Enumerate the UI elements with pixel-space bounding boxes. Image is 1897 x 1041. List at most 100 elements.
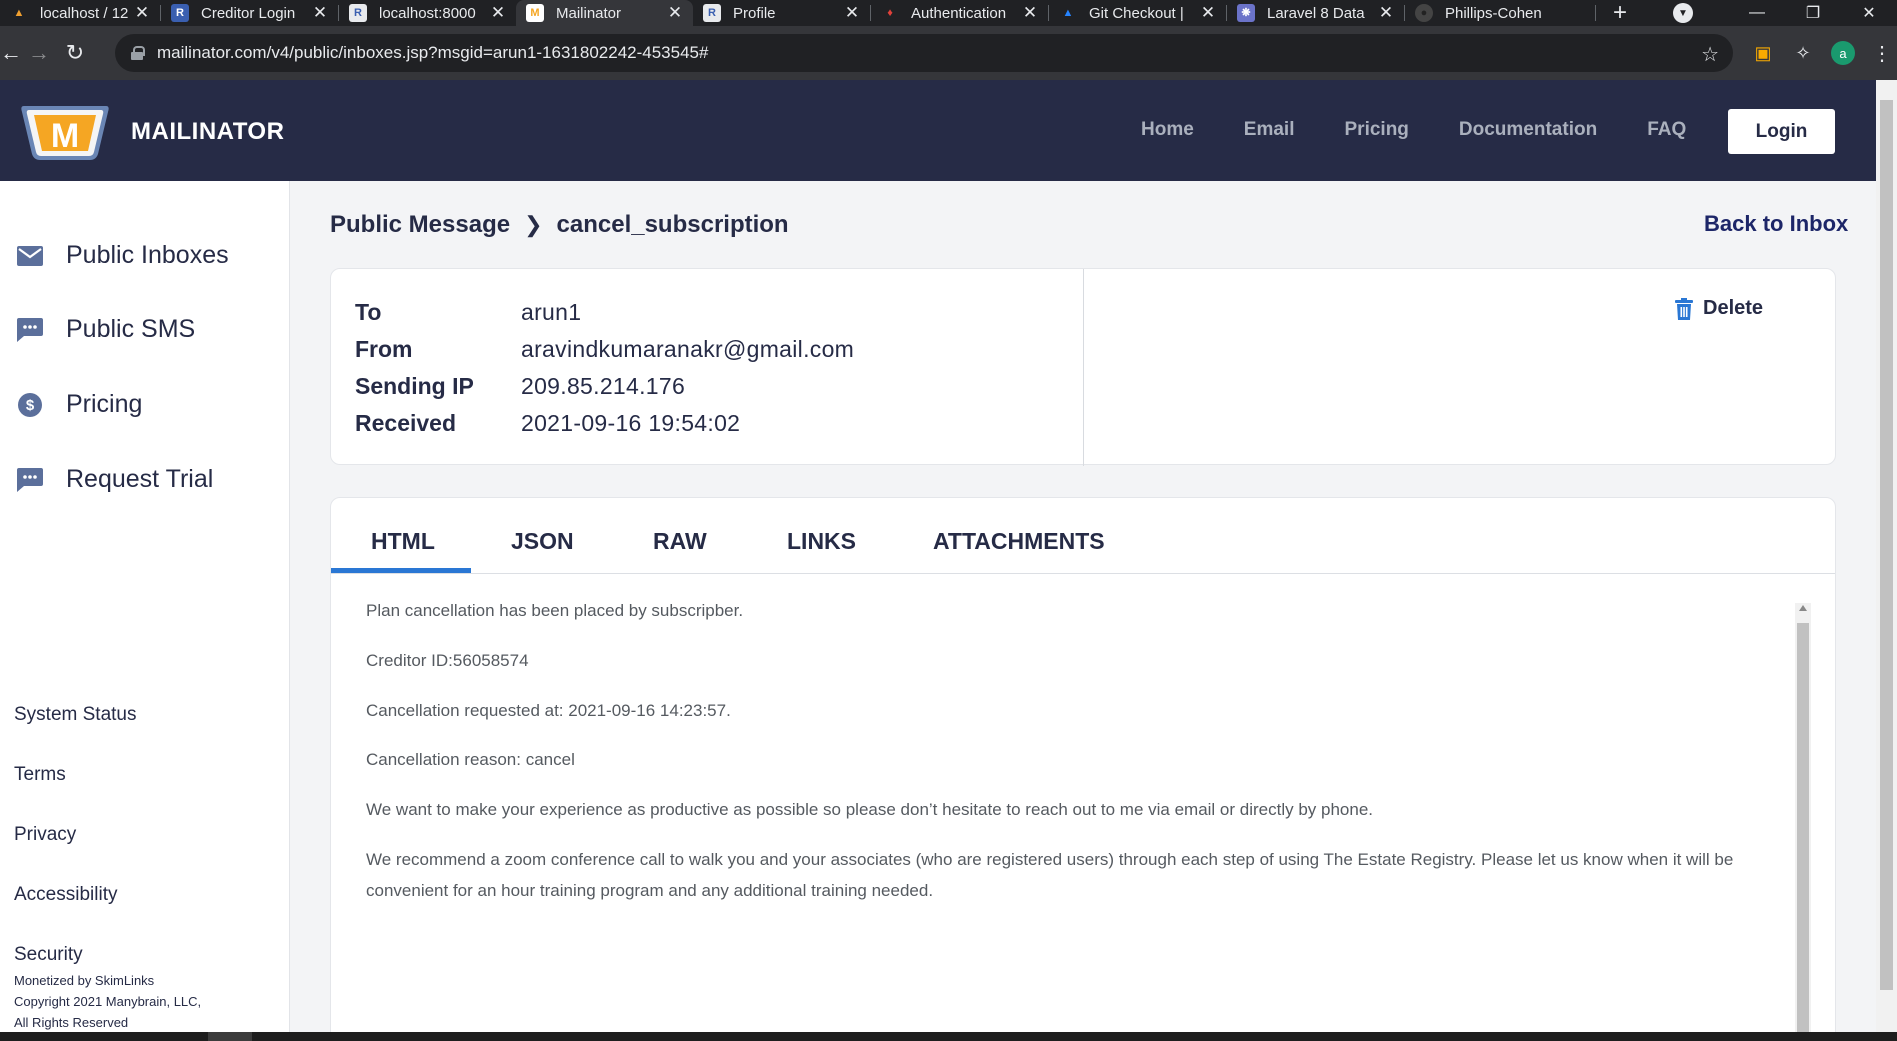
trash-icon — [1675, 297, 1693, 320]
close-icon[interactable]: ✕ — [844, 3, 860, 23]
chat-icon — [16, 317, 44, 342]
footer-link-privacy[interactable]: Privacy — [14, 824, 76, 846]
profile-avatar[interactable]: a — [1831, 41, 1855, 65]
browser-tab-label: Authentication — [911, 4, 1007, 22]
new-tab-button[interactable]: + — [1602, 0, 1638, 26]
close-icon[interactable]: ✕ — [312, 3, 328, 23]
chevron-right-icon: ❯ — [524, 212, 543, 237]
message-scrollbar[interactable] — [1795, 603, 1811, 1041]
url-text[interactable]: mailinator.com/v4/public/inboxes.jsp?msg… — [157, 43, 708, 63]
registry-icon: R — [171, 4, 189, 22]
meta-key: Sending IP — [355, 373, 474, 399]
message-paragraph: Cancellation reason: cancel — [366, 750, 575, 769]
forward-arrow-icon[interactable]: → — [24, 40, 54, 66]
sidebar-item-label: Pricing — [66, 390, 143, 418]
svg-text:$: $ — [26, 397, 35, 414]
chat-icon — [16, 467, 44, 492]
browser-tab-strip: ▲ localhost / 127 ✕ R Creditor Login ✕ R… — [0, 0, 1897, 26]
tab-links[interactable]: LINKS — [787, 528, 856, 555]
browser-tab[interactable]: ♦ Authentication ✕ — [871, 0, 1048, 26]
tab-html[interactable]: HTML — [371, 528, 435, 555]
browser-tab-label: Phillips-Cohen — [1445, 4, 1542, 22]
cast-icon[interactable]: ▣ — [1743, 43, 1783, 64]
restore-icon[interactable]: ❐ — [1785, 3, 1841, 23]
site-header: M MAILINATOR Home Email Pricing Document… — [0, 80, 1876, 181]
nav-faq[interactable]: FAQ — [1647, 119, 1686, 141]
message-paragraph: Creditor ID:56058574 — [366, 651, 529, 670]
message-paragraph: Plan cancellation has been placed by sub… — [366, 601, 744, 620]
scroll-up-arrow-icon[interactable] — [1799, 605, 1807, 611]
close-icon[interactable]: ✕ — [1200, 3, 1216, 23]
nav-pricing[interactable]: Pricing — [1345, 119, 1409, 141]
active-tab-indicator — [331, 568, 471, 573]
browser-tab-label: Profile — [733, 4, 776, 22]
nav-email[interactable]: Email — [1244, 119, 1295, 141]
message-paragraph: We recommend a zoom conference call to w… — [366, 850, 1734, 900]
browser-toolbar: ← → ↻ mailinator.com/v4/public/inboxes.j… — [0, 26, 1897, 80]
nav-home[interactable]: Home — [1141, 119, 1194, 141]
browser-menu-icon[interactable]: ⋮ — [1867, 41, 1897, 66]
tab-attachments[interactable]: ATTACHMENTS — [933, 528, 1105, 555]
sidebar-item-request-trial[interactable]: Request Trial — [16, 465, 213, 494]
message-html-frame: Plan cancellation has been placed by sub… — [331, 575, 1835, 1041]
tab-json[interactable]: JSON — [511, 528, 574, 555]
page-scrollbar[interactable] — [1876, 80, 1897, 1032]
browser-tab[interactable]: ❋ Laravel 8 Data ✕ — [1227, 0, 1404, 26]
close-icon[interactable]: ✕ — [134, 3, 150, 23]
footer-link-system-status[interactable]: System Status — [14, 704, 137, 726]
close-icon[interactable]: ✕ — [1378, 3, 1394, 23]
browser-tab-label: Mailinator — [556, 4, 622, 22]
breadcrumb-root[interactable]: Public Message — [330, 211, 510, 239]
browser-tab[interactable]: R localhost:8000 ✕ — [339, 0, 516, 26]
page-scroll-thumb[interactable] — [1880, 100, 1893, 990]
message-body-card: HTML JSON RAW LINKS ATTACHMENTS Plan can… — [330, 497, 1836, 1041]
login-button[interactable]: Login — [1728, 109, 1835, 154]
back-arrow-icon[interactable]: ← — [0, 40, 22, 66]
window-close-icon[interactable]: ✕ — [1841, 3, 1897, 23]
back-to-inbox-link[interactable]: Back to Inbox — [1704, 211, 1848, 237]
taskbar-item[interactable] — [208, 1032, 252, 1041]
meta-value: aravindkumaranakr@gmail.com — [521, 336, 855, 362]
address-bar[interactable]: mailinator.com/v4/public/inboxes.jsp?msg… — [115, 34, 1733, 72]
reload-icon[interactable]: ↻ — [60, 40, 90, 66]
close-icon[interactable]: ✕ — [490, 3, 506, 23]
puzzle-extensions-icon[interactable]: ✧ — [1783, 43, 1823, 64]
atlassian-icon: ▲ — [1062, 7, 1074, 19]
browser-tab-label: Laravel 8 Data — [1267, 4, 1365, 22]
browser-tab[interactable]: R Profile ✕ — [693, 0, 870, 26]
copyright-line: Copyright 2021 Manybrain, LLC, — [14, 994, 202, 1009]
sidebar-item-label: Public Inboxes — [66, 241, 229, 269]
registry-icon: R — [703, 4, 721, 22]
sidebar-item-public-sms[interactable]: Public SMS — [16, 315, 195, 344]
browser-tab[interactable]: ● Phillips-Cohen — [1405, 0, 1595, 26]
meta-key: To — [355, 299, 382, 325]
breadcrumb: Public Message ❯ cancel_subscription — [330, 211, 789, 239]
meta-value: 2021-09-16 19:54:02 — [521, 410, 741, 436]
bookmark-star-icon[interactable]: ☆ — [1701, 42, 1719, 67]
close-icon[interactable]: ✕ — [1022, 3, 1038, 23]
sidebar-item-public-inboxes[interactable]: Public Inboxes — [16, 241, 229, 270]
scroll-thumb[interactable] — [1797, 623, 1809, 1041]
browser-tab[interactable]: ▲ Git Checkout | ✕ — [1049, 0, 1226, 26]
delete-button[interactable]: Delete — [1675, 297, 1763, 320]
dollar-icon: $ — [16, 392, 44, 417]
nav-documentation[interactable]: Documentation — [1459, 119, 1597, 141]
close-icon[interactable]: ✕ — [667, 3, 683, 23]
browser-tab[interactable]: ▲ localhost / 127 ✕ — [0, 0, 160, 26]
sidebar-item-label: Public SMS — [66, 315, 196, 343]
footer-link-terms[interactable]: Terms — [14, 764, 66, 786]
meta-value: 209.85.214.176 — [521, 373, 686, 399]
sidebar-item-pricing[interactable]: $ Pricing — [16, 390, 142, 419]
footer-link-security[interactable]: Security — [14, 944, 83, 966]
minimize-icon[interactable]: — — [1729, 4, 1785, 22]
browser-tab-active[interactable]: M Mailinator ✕ — [516, 0, 693, 26]
lock-icon[interactable] — [131, 46, 145, 60]
meta-row-to: To arun1 — [355, 299, 581, 326]
browser-tab[interactable]: R Creditor Login ✕ — [161, 0, 338, 26]
mailinator-logo[interactable]: M — [18, 102, 112, 164]
tab-raw[interactable]: RAW — [653, 528, 707, 555]
footer-link-accessibility[interactable]: Accessibility — [14, 884, 117, 906]
tab-search-icon[interactable]: ▼ — [1673, 3, 1693, 23]
message-paragraph: Cancellation requested at: 2021-09-16 14… — [366, 701, 731, 720]
brand-name[interactable]: MAILINATOR — [131, 118, 284, 146]
